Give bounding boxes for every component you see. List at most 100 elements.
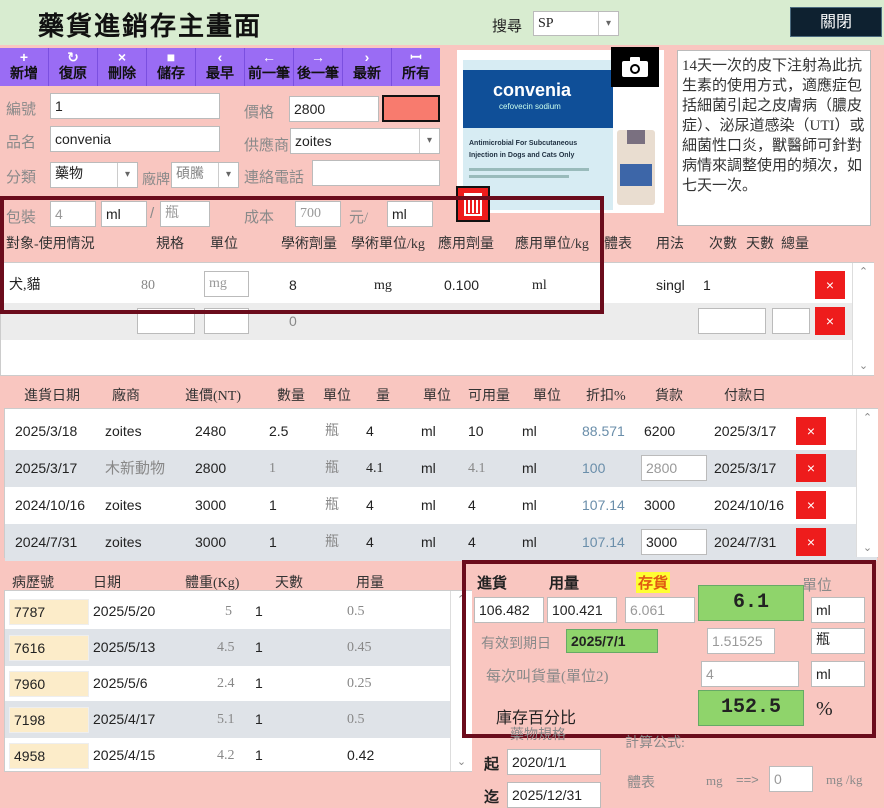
close-button[interactable]: 關閉 <box>790 7 882 37</box>
to-field[interactable]: 2025/12/31 <box>507 782 601 808</box>
purchase-delete-button[interactable]: × <box>796 454 826 482</box>
purchase-avail: 10 <box>468 423 484 439</box>
purchase-scrollbar[interactable]: ⌃ ⌄ <box>856 409 878 557</box>
history-dose: 0.5 <box>347 604 365 619</box>
purchase-delete-button[interactable]: × <box>796 417 826 445</box>
product-line1-text: Antimicrobial For Subcutaneous <box>469 140 578 147</box>
purchase-unit2: ml <box>421 460 436 476</box>
purchase-vendor: zoites <box>105 423 142 439</box>
history-weight: 4.2 <box>217 748 235 763</box>
purchase-qty: 1 <box>269 497 277 513</box>
history-id-field[interactable]: 7616 <box>9 635 89 661</box>
close-icon: × <box>806 534 816 550</box>
name-field[interactable]: convenia <box>50 126 220 152</box>
usage-method-field[interactable] <box>698 308 766 334</box>
history-id-field[interactable]: 7960 <box>9 671 89 697</box>
history-id-field[interactable]: 4958 <box>9 743 89 769</box>
history-table: 7787 2025/5/20 5 1 0.5 7616 2025/5/13 4.… <box>4 590 472 772</box>
purchase-delete-button[interactable]: × <box>796 528 826 556</box>
description-box[interactable]: 14天一次的皮下注射為此抗生素的使用方式，適應症包括細菌引起之皮膚病（膿皮症）、… <box>677 50 871 226</box>
supplier-select[interactable]: zoites ▾ <box>290 128 440 154</box>
plus-icon: + <box>19 49 29 65</box>
table-row[interactable]: 7198 2025/4/17 5.1 1 0.5 <box>5 701 471 738</box>
table-row[interactable]: 2024/7/31 zoites 3000 1 瓶 4 ml 4 ml 107.… <box>5 524 877 561</box>
table-row[interactable]: 2025/3/18 zoites 2480 2.5 瓶 4 ml 10 ml 8… <box>5 413 877 450</box>
table-row[interactable]: 2024/10/16 zoites 3000 1 瓶 4 ml 4 ml 107… <box>5 487 877 524</box>
usage-scrollbar[interactable]: ⌃ ⌄ <box>852 263 874 375</box>
chevron-left-icon: ‹ <box>217 49 223 65</box>
purchase-price: 3000 <box>195 497 227 513</box>
name-label: 品名 <box>6 135 37 151</box>
purchase-qty: 2.5 <box>269 423 289 439</box>
search-value: SP <box>538 16 554 31</box>
table-row[interactable]: 2025/3/17 木新動物 2800 1 瓶 4.1 ml 4.1 ml 10… <box>5 450 877 487</box>
toolbar-first-button[interactable]: ‹ 最早 <box>196 48 245 86</box>
toolbar-delete-button[interactable]: × 刪除 <box>98 48 147 86</box>
purchase-delete-button[interactable]: × <box>796 491 826 519</box>
id-field[interactable]: 1 <box>50 93 220 119</box>
toolbar-all-button[interactable]: ꟷ 所有 <box>392 48 440 86</box>
close-icon: × <box>806 423 816 439</box>
price-field[interactable]: 2800 <box>289 96 379 122</box>
purchase-header-payment: 貨款 <box>655 389 683 404</box>
toolbar-next-button[interactable]: → 後一筆 <box>294 48 343 86</box>
history-id-field[interactable]: 7198 <box>9 707 89 733</box>
to-label: 迄 <box>484 790 500 806</box>
table-row[interactable]: 4958 2025/4/15 4.2 1 0.42 <box>5 737 471 774</box>
mg-label: mg <box>706 773 723 788</box>
purchase-header-unit: 單位 <box>323 389 351 404</box>
table-row[interactable]: 7960 2025/5/6 2.4 1 0.25 <box>5 665 471 702</box>
page-title: 藥貨進銷存主畫面 <box>38 12 263 41</box>
usage-delete-button[interactable]: × <box>815 307 845 335</box>
purchase-header-amount: 量 <box>376 389 390 404</box>
id-label: 編號 <box>6 102 37 118</box>
usage-delete-button[interactable]: × <box>815 271 845 299</box>
from-field[interactable]: 2020/1/1 <box>507 749 601 775</box>
purchase-paydate: 2024/7/31 <box>714 534 777 550</box>
vial-image <box>617 130 655 205</box>
toolbar-last-button[interactable]: › 最新 <box>343 48 392 86</box>
purchase-avail: 4 <box>468 497 476 513</box>
toolbar-save-button[interactable]: ■ 儲存 <box>147 48 196 86</box>
stock-highlight-frame <box>462 560 876 738</box>
toolbar-add-button[interactable]: + 新增 <box>0 48 49 86</box>
purchase-payment-field[interactable]: 3000 <box>641 529 707 555</box>
purchase-date: 2024/7/31 <box>15 534 78 550</box>
usage-times-field[interactable] <box>772 308 810 334</box>
purchase-payment-field[interactable]: 2800 <box>641 455 707 481</box>
result-field[interactable]: 0 <box>769 766 813 792</box>
purchase-unit2: ml <box>421 534 436 550</box>
table-row[interactable]: 7787 2025/5/20 5 1 0.5 <box>5 593 471 630</box>
table-row[interactable]: 7616 2025/5/13 4.5 1 0.45 <box>5 629 471 666</box>
purchase-discount: 88.571 <box>582 423 625 439</box>
toolbar-restore-button[interactable]: ↻ 復原 <box>49 48 98 86</box>
purchase-date: 2025/3/17 <box>15 460 78 476</box>
supplier-label: 供應商 <box>244 138 290 154</box>
history-id-field[interactable]: 7787 <box>9 599 89 625</box>
purchase-discount: 100 <box>582 460 606 476</box>
close-icon: × <box>825 313 835 329</box>
arrow-right-icon: → <box>311 49 325 65</box>
chevron-up-icon: ⌃ <box>862 412 873 424</box>
surface-label: 體表 <box>627 776 655 791</box>
product-line2-text: Injection in Dogs and Cats Only <box>469 152 575 159</box>
usage-method: singl <box>656 277 685 293</box>
brand-select[interactable]: 碩騰 ▾ <box>171 162 239 188</box>
phone-field[interactable] <box>312 160 440 186</box>
purchase-amount: 4 <box>366 423 374 439</box>
stop-icon: ■ <box>166 49 176 65</box>
camera-button[interactable] <box>611 47 659 87</box>
category-label: 分類 <box>6 170 37 186</box>
close-icon: × <box>806 497 816 513</box>
purchase-header-unit2: 單位 <box>423 389 451 404</box>
category-select[interactable]: 藥物 ▾ <box>50 162 138 188</box>
close-icon: × <box>825 277 835 293</box>
color-swatch[interactable] <box>382 95 440 122</box>
history-weight: 4.5 <box>217 640 235 655</box>
purchase-unit: 瓶 <box>325 424 339 439</box>
purchase-header-date: 進貨日期 <box>24 389 80 404</box>
toolbar-prev-button[interactable]: ← 前一筆 <box>245 48 294 86</box>
search-select[interactable]: SP ▾ <box>533 11 619 36</box>
history-days: 1 <box>255 603 263 619</box>
history-date: 2025/5/6 <box>93 675 148 691</box>
